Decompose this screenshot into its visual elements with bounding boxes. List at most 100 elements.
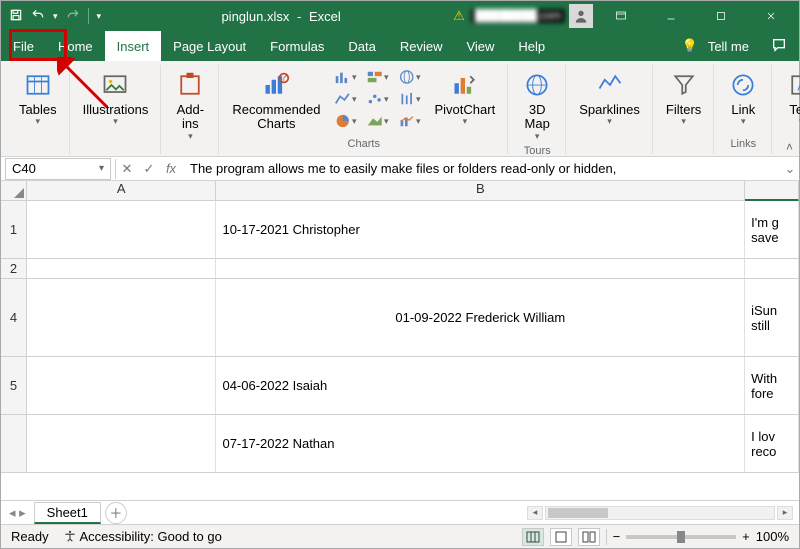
undo-icon[interactable] bbox=[31, 8, 45, 25]
name-box-dropdown-icon[interactable]: ▾ bbox=[99, 163, 104, 174]
col-header-B[interactable]: B bbox=[216, 181, 745, 201]
redo-icon[interactable] bbox=[66, 8, 80, 25]
name-box[interactable]: C40 ▾ bbox=[5, 158, 111, 180]
scroll-left-icon[interactable]: ◂ bbox=[527, 506, 543, 520]
normal-view-icon[interactable] bbox=[522, 528, 544, 546]
select-all-corner[interactable] bbox=[1, 181, 27, 201]
line-chart-icon[interactable]: ▾ bbox=[334, 89, 356, 109]
row-header-1[interactable]: 1 bbox=[1, 201, 27, 259]
horizontal-scrollbar[interactable]: ◂ ▸ bbox=[127, 506, 799, 520]
row-header-6[interactable] bbox=[1, 415, 27, 473]
spreadsheet-area: A B 1 10-17-2021 Christopher I'm g save … bbox=[1, 181, 799, 500]
expand-formula-bar-icon[interactable]: ⌄ bbox=[781, 161, 799, 177]
chart-types-col3: ▾ ▾ ▾ bbox=[398, 67, 420, 131]
illustrations-button[interactable]: Illustrations▾ bbox=[79, 67, 153, 129]
3d-map-button[interactable]: 3D Map▾ bbox=[517, 67, 557, 143]
cell-A6[interactable] bbox=[27, 415, 217, 473]
accept-formula-icon[interactable]: ✓ bbox=[138, 158, 160, 180]
formula-input[interactable] bbox=[182, 161, 781, 176]
tab-formulas[interactable]: Formulas bbox=[258, 31, 336, 61]
col-header-C[interactable] bbox=[745, 181, 799, 201]
row-header-4[interactable]: 4 bbox=[1, 279, 27, 357]
row-header-2[interactable]: 2 bbox=[1, 259, 27, 279]
page-break-view-icon[interactable] bbox=[578, 528, 600, 546]
scroll-right-icon[interactable]: ▸ bbox=[777, 506, 793, 520]
cell-B5[interactable]: 04-06-2022 Isaiah bbox=[216, 357, 745, 415]
group-tables: Tables▾ bbox=[7, 65, 70, 154]
addins-button[interactable]: Add-ins▾ bbox=[170, 67, 210, 143]
accessibility-status[interactable]: Accessibility: Good to go bbox=[63, 529, 222, 544]
text-button[interactable]: A Text▾ bbox=[781, 67, 800, 129]
group-addins: Add-ins▾ bbox=[162, 65, 219, 154]
cell-B4[interactable]: 01-09-2022 Frederick William bbox=[216, 279, 745, 357]
bar-chart-icon[interactable]: ▾ bbox=[334, 67, 356, 87]
cancel-formula-icon[interactable]: ✕ bbox=[116, 158, 138, 180]
cell-B2[interactable] bbox=[216, 259, 745, 279]
tab-file[interactable]: File bbox=[1, 31, 46, 61]
surface-chart-icon[interactable]: ▾ bbox=[366, 111, 388, 131]
tab-home[interactable]: Home bbox=[46, 31, 105, 61]
sheet-nav[interactable]: ◂ ▸ bbox=[1, 505, 34, 521]
zoom-in-icon[interactable]: + bbox=[742, 529, 750, 544]
hierarchy-chart-icon[interactable]: ▾ bbox=[366, 67, 388, 87]
avatar-icon bbox=[569, 4, 593, 28]
tab-data[interactable]: Data bbox=[336, 31, 387, 61]
stock-chart-icon[interactable]: ▾ bbox=[398, 89, 420, 109]
group-illustrations: Illustrations▾ bbox=[71, 65, 162, 154]
excel-window: ▾ ▾ pinglun.xlsx - Excel ⚠ ████████.com … bbox=[0, 0, 800, 549]
status-ready-label: Ready bbox=[11, 529, 49, 544]
pivotchart-button[interactable]: PivotChart▾ bbox=[430, 67, 499, 129]
sheet-tab-sheet1[interactable]: Sheet1 bbox=[34, 502, 101, 524]
map-chart-icon[interactable]: ▾ bbox=[398, 67, 420, 87]
cell-A4[interactable] bbox=[27, 279, 217, 357]
cell-B6[interactable]: 07-17-2022 Nathan bbox=[216, 415, 745, 473]
recommended-charts-button[interactable]: ? Recommended Charts bbox=[228, 67, 324, 134]
comments-icon[interactable] bbox=[771, 37, 787, 56]
cell-A1[interactable] bbox=[27, 201, 217, 259]
group-charts: ? Recommended Charts ▾ ▾ ▾ ▾ ▾ ▾ ▾ ▾ ▾ bbox=[220, 65, 508, 154]
tellme-label[interactable]: Tell me bbox=[708, 39, 749, 54]
cell-C6[interactable]: I lov reco bbox=[745, 415, 799, 473]
maximize-button[interactable] bbox=[699, 1, 743, 31]
scatter-chart-icon[interactable]: ▾ bbox=[366, 89, 388, 109]
fx-icon[interactable]: fx bbox=[160, 158, 182, 180]
zoom-slider[interactable] bbox=[626, 535, 736, 539]
zoom-level-label[interactable]: 100% bbox=[756, 529, 789, 544]
quick-access-toolbar: ▾ ▾ bbox=[1, 8, 109, 25]
cell-C2[interactable] bbox=[745, 259, 799, 279]
filters-button[interactable]: Filters▾ bbox=[662, 67, 705, 129]
cell-A2[interactable] bbox=[27, 259, 217, 279]
tellme-icon[interactable]: 💡 bbox=[682, 38, 698, 54]
sparklines-button[interactable]: Sparklines▾ bbox=[575, 67, 644, 129]
new-sheet-button[interactable]: ＋ bbox=[105, 502, 127, 524]
cell-B1[interactable]: 10-17-2021 Christopher bbox=[216, 201, 745, 259]
tab-review[interactable]: Review bbox=[388, 31, 455, 61]
cell-C4[interactable]: iSun still bbox=[745, 279, 799, 357]
tab-insert[interactable]: Insert bbox=[105, 31, 162, 61]
ribbon-options-button[interactable] bbox=[599, 1, 643, 31]
cell-C1[interactable]: I'm g save bbox=[745, 201, 799, 259]
combo-chart-icon[interactable]: ▾ bbox=[398, 111, 420, 131]
save-icon[interactable] bbox=[9, 8, 23, 25]
row-header-5[interactable]: 5 bbox=[1, 357, 27, 415]
collapse-ribbon-icon[interactable]: ˄ bbox=[786, 140, 793, 154]
tables-label: Tables bbox=[19, 103, 57, 117]
link-button[interactable]: Link▾ bbox=[723, 67, 763, 129]
minimize-button[interactable] bbox=[649, 1, 693, 31]
tab-help[interactable]: Help bbox=[506, 31, 557, 61]
cell-C5[interactable]: With fore bbox=[745, 357, 799, 415]
text-label: Text bbox=[789, 103, 800, 117]
page-layout-view-icon[interactable] bbox=[550, 528, 572, 546]
cell-A5[interactable] bbox=[27, 357, 217, 415]
user-account[interactable]: ████████.com bbox=[471, 4, 593, 28]
zoom-out-icon[interactable]: − bbox=[613, 529, 621, 544]
close-button[interactable] bbox=[749, 1, 793, 31]
row-5: 5 04-06-2022 Isaiah With fore bbox=[1, 357, 799, 415]
col-header-A[interactable]: A bbox=[27, 181, 217, 201]
undo-dropdown-icon[interactable]: ▾ bbox=[53, 11, 58, 22]
pie-chart-icon[interactable]: ▾ bbox=[334, 111, 356, 131]
tables-button[interactable]: Tables▾ bbox=[15, 67, 61, 129]
tab-view[interactable]: View bbox=[454, 31, 506, 61]
tab-page-layout[interactable]: Page Layout bbox=[161, 31, 258, 61]
qat-customize-icon[interactable]: ▾ bbox=[97, 11, 102, 22]
